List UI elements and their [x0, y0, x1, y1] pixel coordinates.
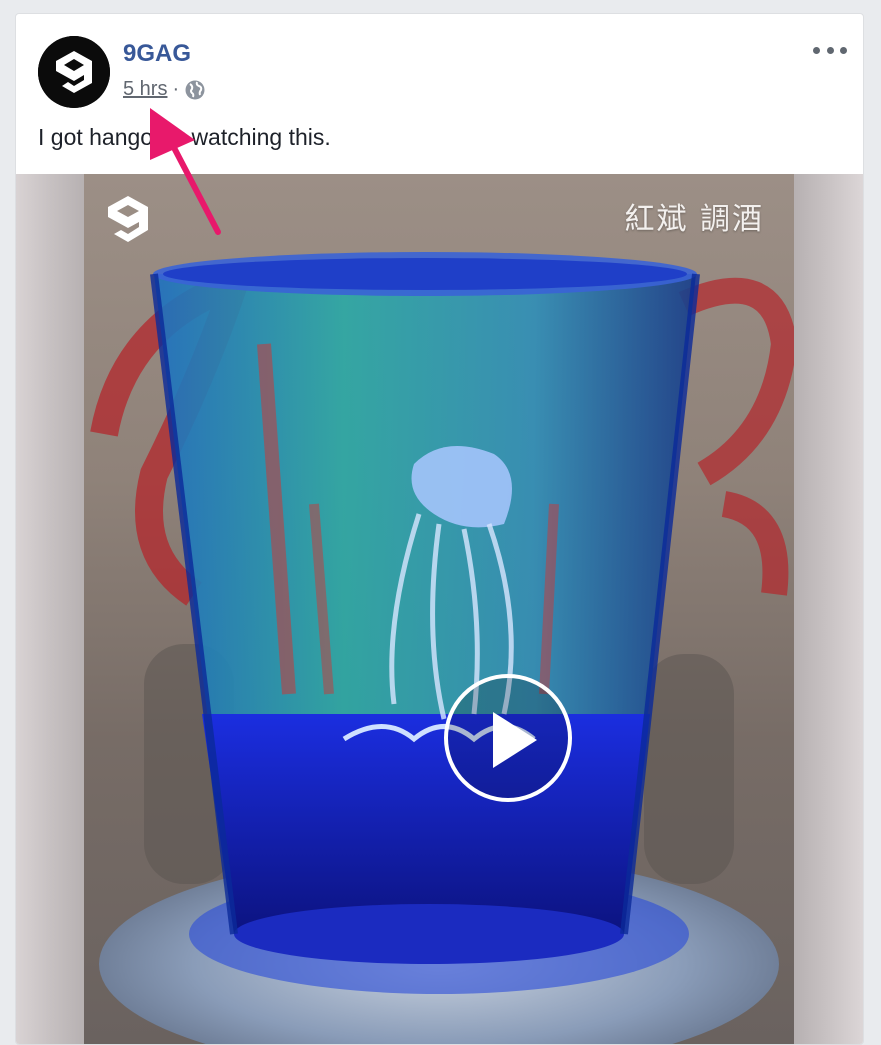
globe-icon[interactable]: [184, 79, 206, 101]
page-avatar[interactable]: [38, 36, 110, 108]
9gag-logo-icon: [38, 36, 110, 108]
post-meta: 5 hrs ·: [123, 78, 206, 101]
play-icon: [493, 712, 537, 768]
video-thumbnail: [90, 252, 794, 1044]
video-caption: 紅斌 調酒: [624, 202, 764, 237]
more-options-icon[interactable]: [813, 42, 847, 58]
video-frame[interactable]: 紅斌 調酒: [84, 174, 794, 1044]
post-card: 9GAG 5 hrs · I got hangover watching thi…: [15, 13, 864, 1045]
video-container[interactable]: 紅斌 調酒: [16, 174, 863, 1044]
page-name-link[interactable]: 9GAG: [123, 40, 191, 68]
play-button[interactable]: [444, 674, 572, 802]
post-text: I got hangover watching this.: [38, 124, 331, 150]
timestamp-link[interactable]: 5 hrs: [123, 78, 167, 101]
watermark-logo-icon: [104, 194, 152, 246]
meta-separator: ·: [172, 78, 180, 100]
